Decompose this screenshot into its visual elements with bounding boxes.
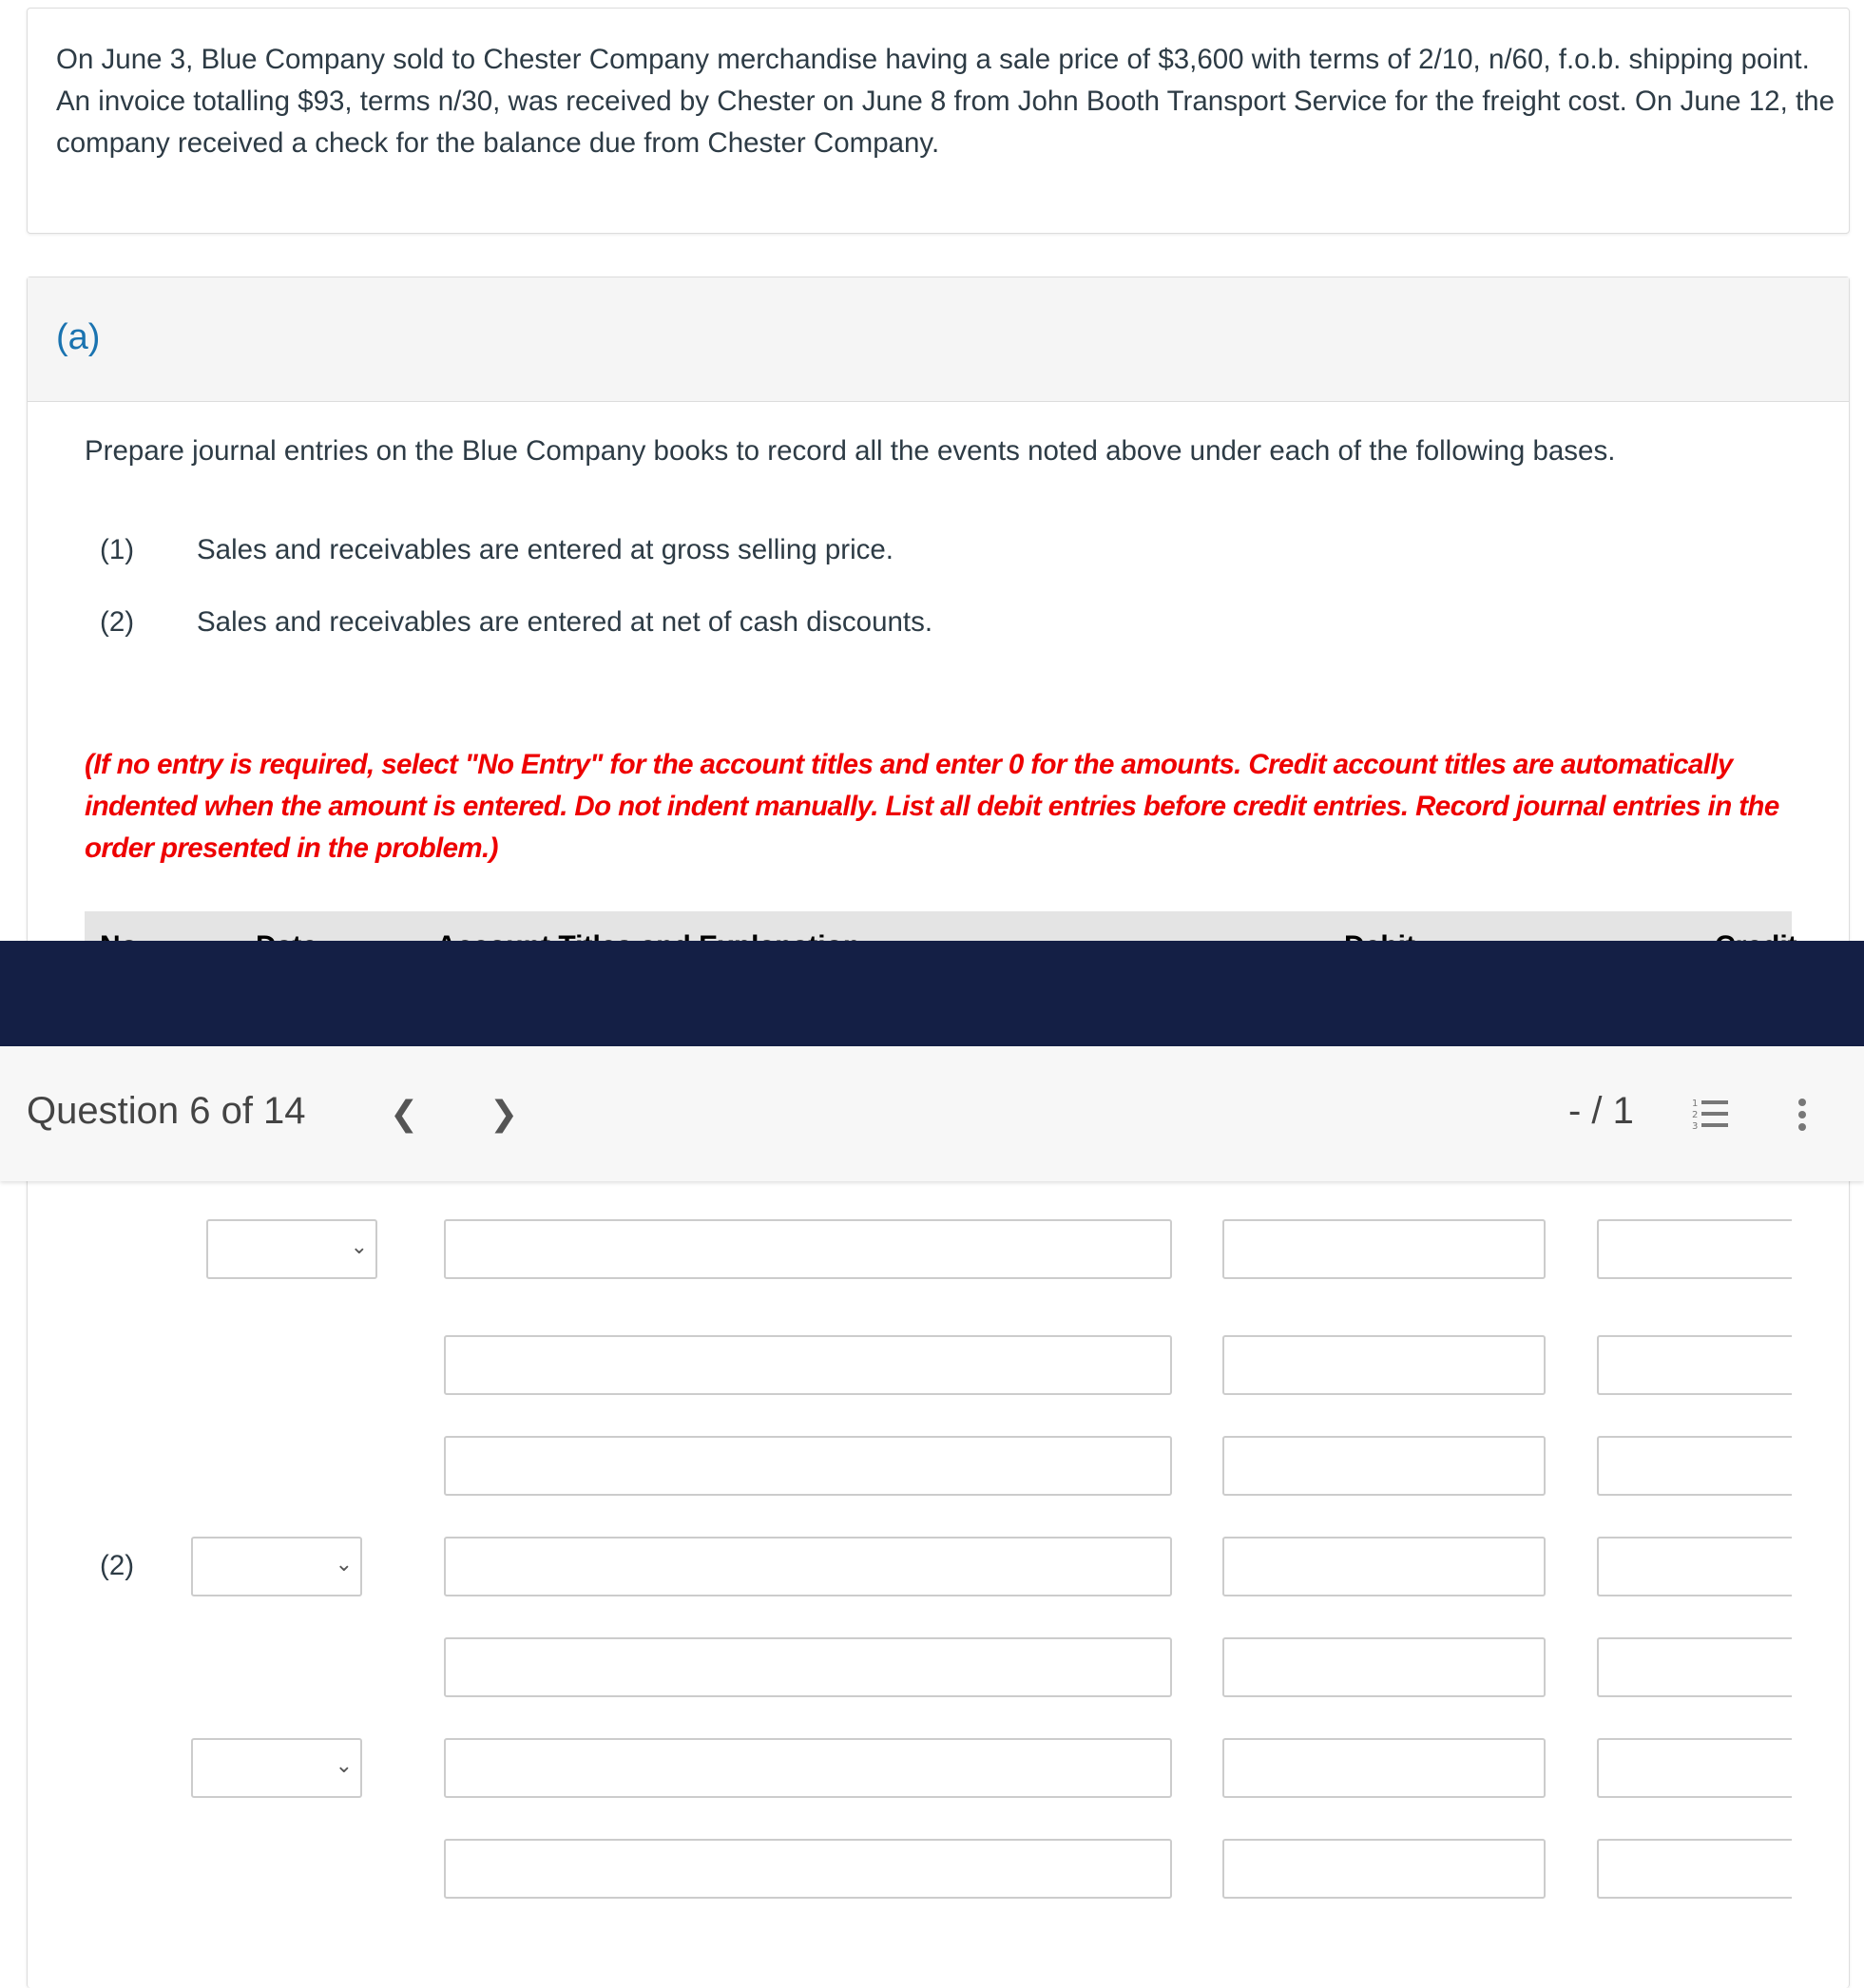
account-title-input[interactable]	[444, 1335, 1172, 1395]
debit-input[interactable]	[1222, 1738, 1546, 1798]
debit-input[interactable]	[1222, 1219, 1546, 1279]
basis-1-text: Sales and receivables are entered at gro…	[197, 534, 894, 565]
credit-input[interactable]	[1597, 1637, 1792, 1697]
account-title-input[interactable]	[444, 1219, 1172, 1279]
credit-input[interactable]	[1597, 1335, 1792, 1395]
account-title-input[interactable]	[444, 1637, 1172, 1697]
svg-text:3: 3	[1692, 1121, 1698, 1130]
problem-card: On June 3, Blue Company sold to Chester …	[27, 8, 1850, 234]
top-overlay-bar	[0, 941, 1864, 1046]
credit-input[interactable]	[1597, 1219, 1792, 1279]
debit-input[interactable]	[1222, 1436, 1546, 1496]
question-title: Question 6 of 14	[27, 1090, 306, 1132]
numbered-list-icon[interactable]: 1 2 3	[1692, 1098, 1730, 1130]
problem-text: On June 3, Blue Company sold to Chester …	[56, 44, 1835, 159]
chevron-down-icon: ⌄	[335, 1753, 353, 1777]
debit-input[interactable]	[1222, 1537, 1546, 1596]
date-select[interactable]: ⌄	[191, 1537, 362, 1596]
debit-input[interactable]	[1222, 1637, 1546, 1697]
account-title-input[interactable]	[444, 1537, 1172, 1596]
credit-input[interactable]	[1597, 1436, 1792, 1496]
date-select[interactable]: ⌄	[206, 1219, 377, 1279]
score: - / 1	[1568, 1090, 1634, 1132]
row-number: (2)	[100, 1550, 135, 1581]
account-title-input[interactable]	[444, 1839, 1172, 1899]
credit-input[interactable]	[1597, 1738, 1792, 1798]
part-header: (a)	[28, 277, 1849, 402]
date-select[interactable]: ⌄	[191, 1738, 362, 1798]
chevron-right-icon[interactable]: ❯	[490, 1094, 518, 1134]
more-vertical-icon[interactable]	[1797, 1098, 1808, 1132]
basis-2-text: Sales and receivables are entered at net…	[197, 606, 933, 638]
credit-input[interactable]	[1597, 1537, 1792, 1596]
part-label: (a)	[56, 317, 101, 357]
basis-1-num: (1)	[100, 534, 135, 565]
debit-input[interactable]	[1222, 1839, 1546, 1899]
account-title-input[interactable]	[444, 1738, 1172, 1798]
instruction-text: Prepare journal entries on the Blue Comp…	[85, 435, 1616, 467]
question-nav-bar: Question 6 of 14 ❮ ❯ - / 1 1 2 3	[0, 1046, 1864, 1181]
chevron-down-icon: ⌄	[335, 1552, 353, 1576]
account-title-input[interactable]	[444, 1436, 1172, 1496]
svg-text:2: 2	[1692, 1110, 1698, 1120]
svg-text:1: 1	[1692, 1099, 1698, 1109]
chevron-down-icon: ⌄	[350, 1234, 368, 1258]
chevron-left-icon[interactable]: ❮	[390, 1094, 418, 1134]
basis-2-num: (2)	[100, 606, 135, 638]
instructions-note: (If no entry is required, select "No Ent…	[85, 749, 1779, 864]
debit-input[interactable]	[1222, 1335, 1546, 1395]
credit-input[interactable]	[1597, 1839, 1792, 1899]
